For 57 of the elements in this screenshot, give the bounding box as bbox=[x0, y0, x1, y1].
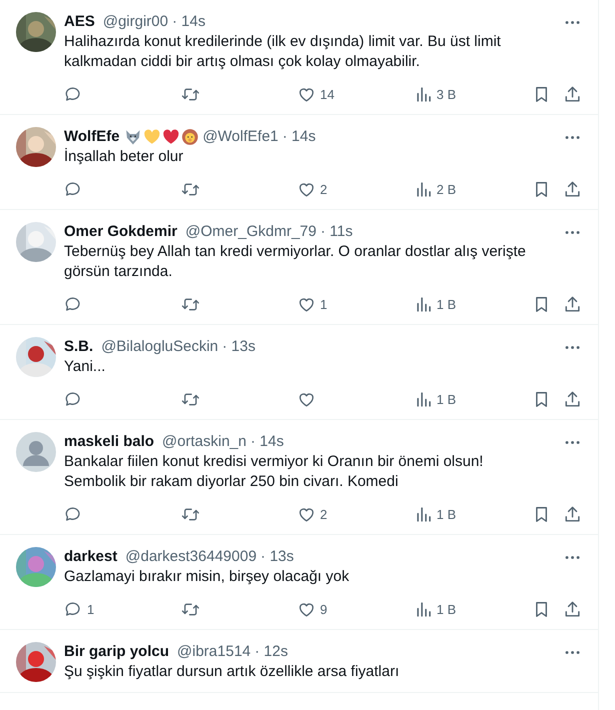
wolf-icon bbox=[124, 128, 142, 146]
user-name[interactable]: S.B. bbox=[64, 337, 94, 357]
post-text: Gazlamayi bırakır misin, birşey olacağı yok bbox=[64, 567, 350, 587]
views-button[interactable]: 2 B bbox=[414, 180, 530, 198]
post-time[interactable]: · 13s bbox=[260, 547, 294, 567]
share-button[interactable] bbox=[563, 294, 582, 314]
share-icon bbox=[563, 180, 582, 198]
share-icon bbox=[563, 390, 582, 408]
user-handle[interactable]: @ibra1514 bbox=[177, 642, 251, 662]
user-name[interactable]: Bir garip yolcu bbox=[64, 642, 170, 662]
post-time[interactable]: · 14s bbox=[250, 432, 284, 452]
share-button[interactable] bbox=[563, 84, 582, 104]
post-text: Yani... bbox=[64, 357, 106, 377]
user-handle[interactable]: @ortaskin_n bbox=[162, 432, 246, 452]
user-handle[interactable]: @BilalogluSeckin bbox=[101, 337, 218, 357]
like-button[interactable]: 14 bbox=[297, 84, 414, 104]
post-time[interactable]: · 11s bbox=[320, 222, 353, 242]
share-button[interactable] bbox=[563, 504, 582, 524]
post-time[interactable]: · 14s bbox=[282, 127, 316, 147]
like-button[interactable]: 2 bbox=[297, 504, 414, 524]
post-time[interactable]: · 14s bbox=[172, 12, 206, 32]
views-button[interactable]: 1 B bbox=[414, 390, 530, 408]
user-handle[interactable]: @darkest36449009 bbox=[125, 547, 257, 567]
post-time[interactable]: · 12s bbox=[254, 642, 288, 662]
post-text: Şu şişkin fiyatlar dursun artık özellikle arsa fiyatları bbox=[64, 662, 400, 682]
views-button[interactable]: 3 B bbox=[414, 84, 530, 104]
views-button[interactable]: 1 B bbox=[414, 600, 530, 618]
share-button[interactable] bbox=[563, 600, 582, 618]
share-icon bbox=[563, 294, 582, 314]
share-button[interactable] bbox=[563, 180, 582, 198]
like-button[interactable]: 1 bbox=[297, 294, 414, 314]
share-icon bbox=[563, 84, 582, 104]
post-text: Tebernüş bey Allah tan kredi vermiyorlar. O oranlar dostlar alış verişte görsün tarzında. bbox=[64, 242, 526, 282]
heart-icon bbox=[162, 128, 180, 146]
share-icon bbox=[563, 600, 582, 618]
avatar-icon[interactable] bbox=[16, 432, 56, 472]
reply-button[interactable]: 1 bbox=[64, 600, 180, 618]
share-button[interactable] bbox=[563, 390, 582, 408]
post-time[interactable]: · 13s bbox=[222, 337, 256, 357]
views-button[interactable]: 1 B bbox=[414, 504, 530, 524]
post-text: Halihazırda konut kredilerinde (ilk ev dışında) limit var. Bu üst limit kalkmadan ciddi bir artış olması çok kolay olmayabilir. bbox=[64, 32, 502, 72]
like-button[interactable]: 9 bbox=[297, 600, 414, 618]
user-name[interactable]: Omer Gokdemir bbox=[64, 222, 178, 242]
post-text: Bankalar fiilen konut kredisi vermiyor ki Oranın bir önemi olsun! Sembolik bir rakam diyorlar 250 bin civarı. Komedi bbox=[64, 452, 484, 492]
like-button[interactable]: 2 bbox=[297, 180, 414, 198]
user-handle[interactable]: @girgir00 bbox=[102, 12, 168, 32]
post-text: İnşallah beter olur bbox=[64, 147, 184, 167]
user-name[interactable]: maskeli balo bbox=[64, 432, 154, 452]
user-name[interactable]: WolfEfe bbox=[64, 127, 120, 147]
user-name[interactable]: darkest bbox=[64, 547, 118, 567]
share-icon bbox=[563, 504, 582, 524]
views-button[interactable]: 1 B bbox=[414, 294, 530, 314]
lion-icon bbox=[180, 128, 199, 146]
heart-icon bbox=[142, 128, 161, 146]
user-handle[interactable]: @WolfEfe1 bbox=[202, 127, 278, 147]
user-handle[interactable]: @Omer_Gkdmr_79 bbox=[185, 222, 316, 242]
user-name[interactable]: AES bbox=[64, 12, 95, 32]
